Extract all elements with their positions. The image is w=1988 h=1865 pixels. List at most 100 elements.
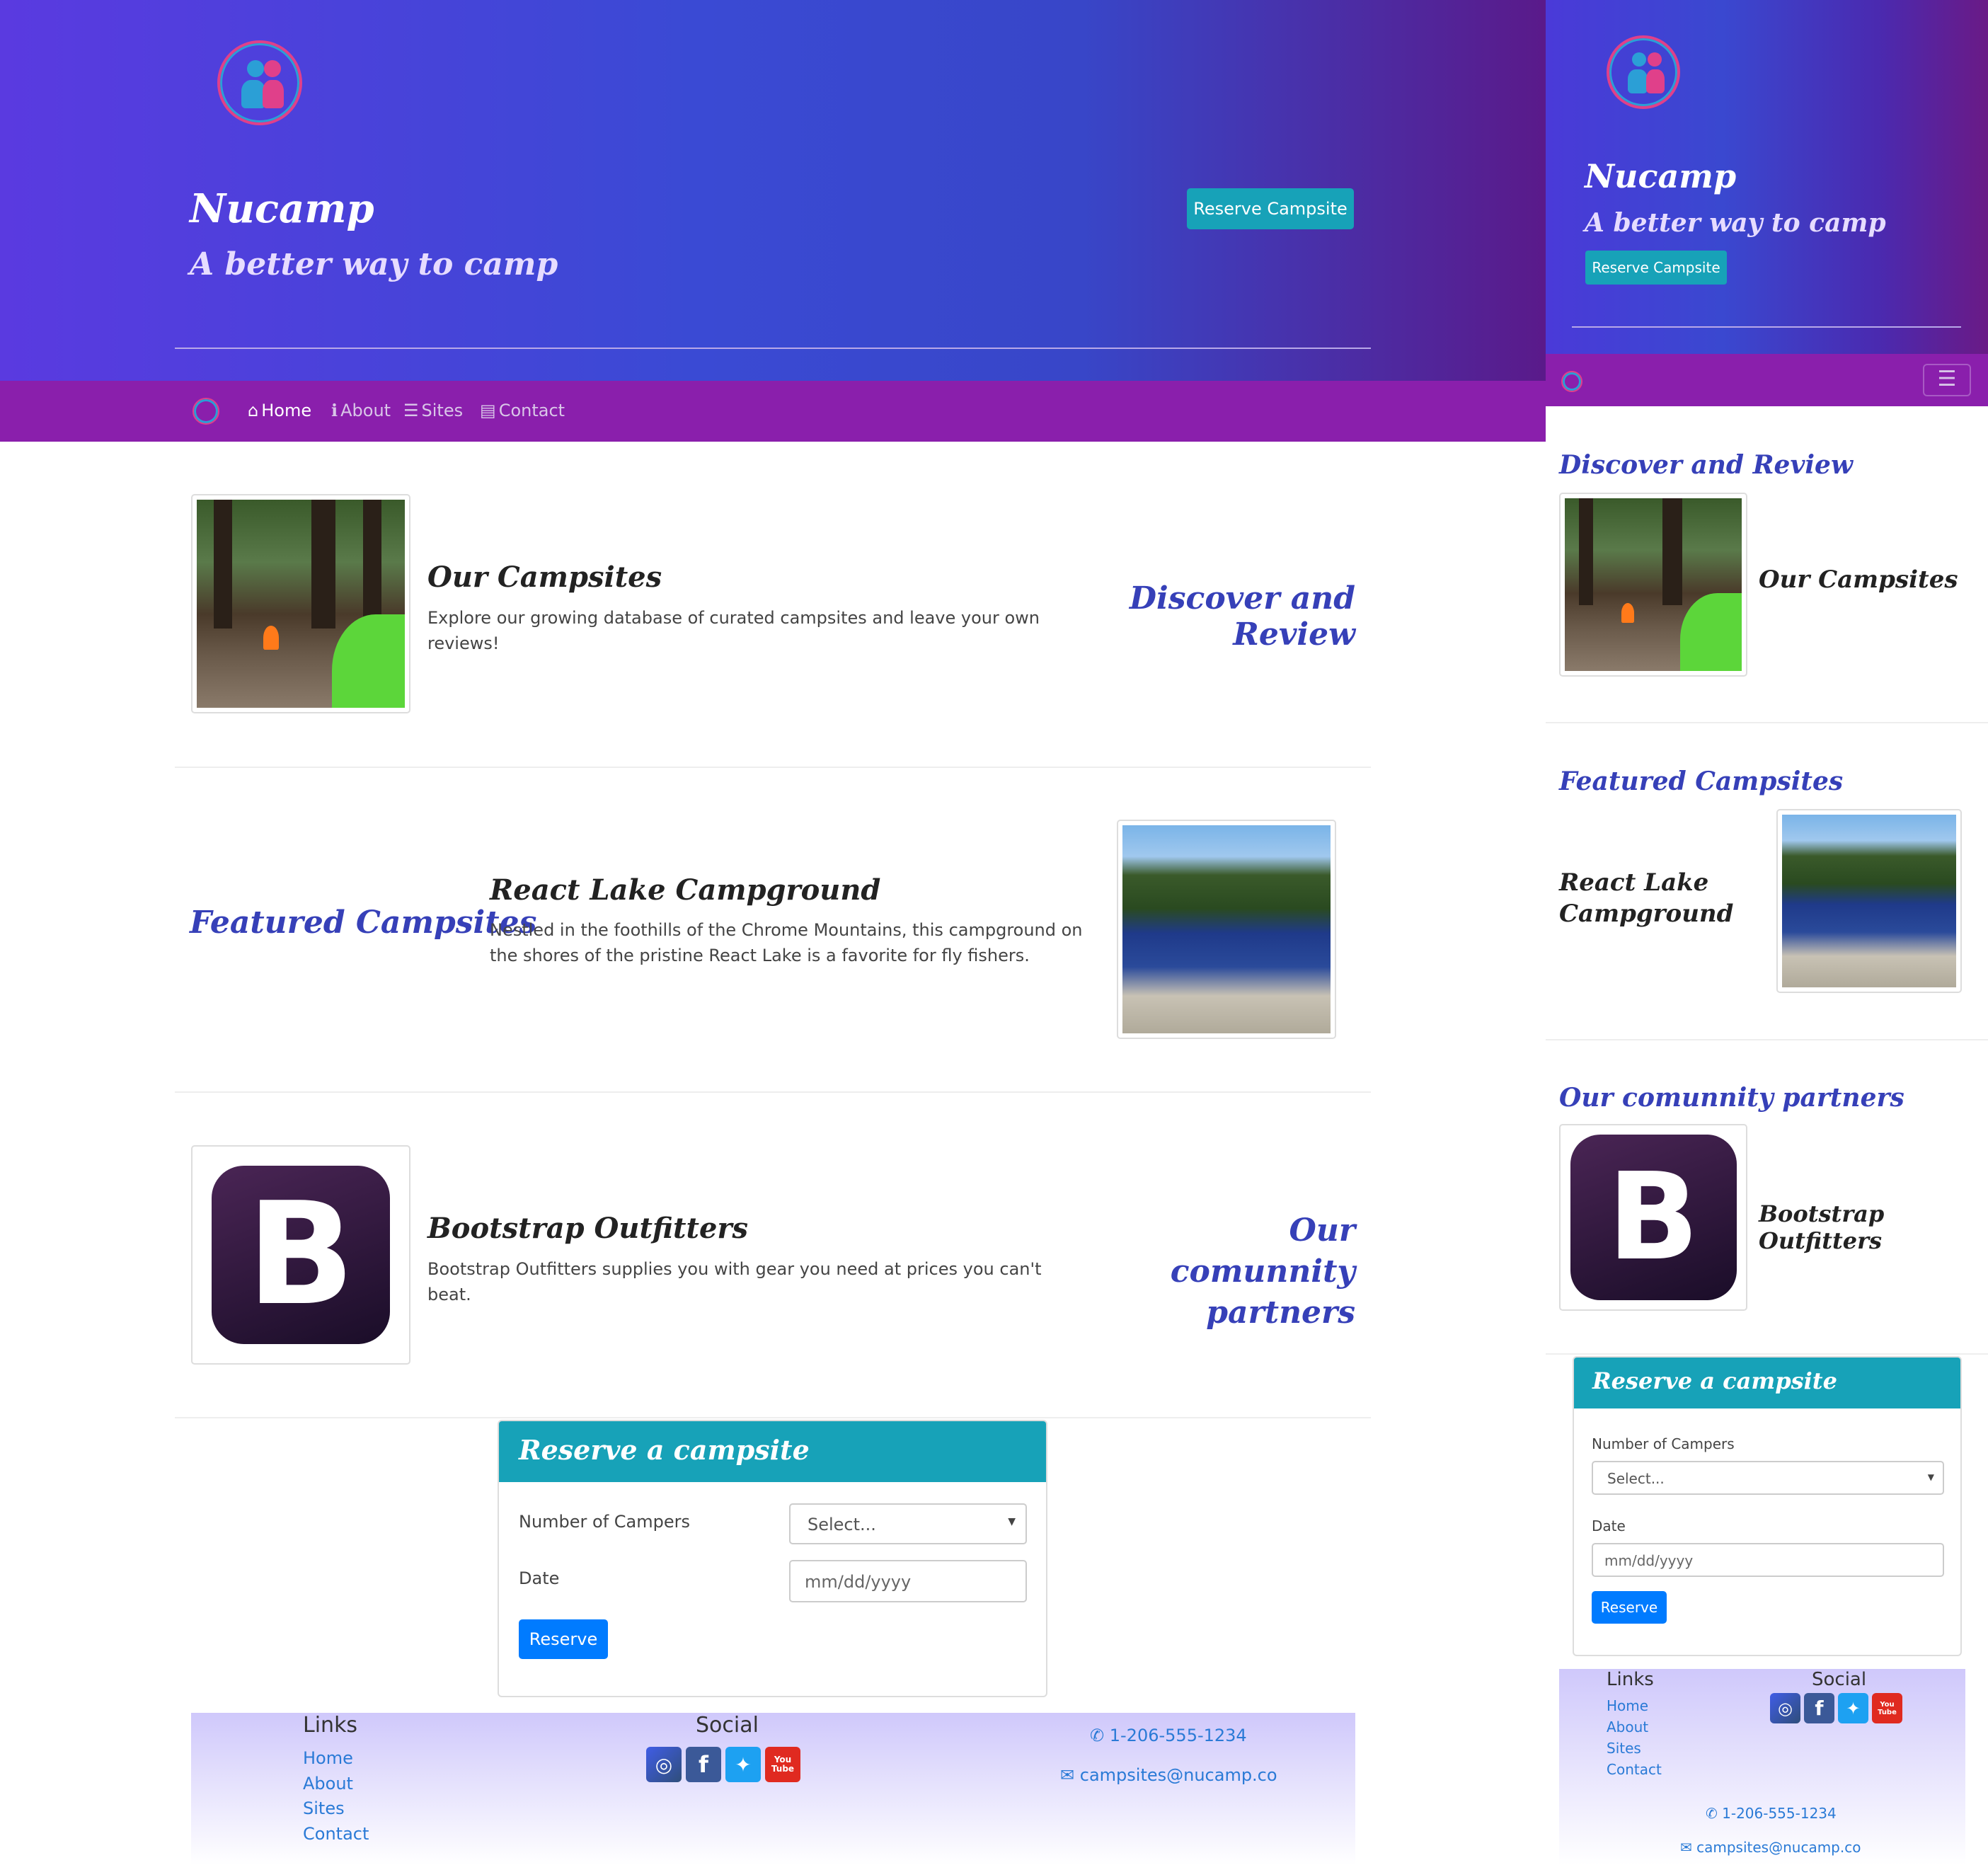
mobile-featured-heading: Featured Campsites — [1559, 767, 1844, 796]
jumbotron-divider — [175, 348, 1371, 349]
mobile-footer-link-sites[interactable]: Sites — [1607, 1740, 1641, 1757]
campsite-image — [191, 494, 410, 713]
footer-links-heading: Links — [303, 1713, 358, 1738]
brand-tagline: A better way to camp — [190, 246, 558, 282]
nav-item-home[interactable]: ⌂ Home — [248, 401, 311, 420]
mobile-view: Nucamp A better way to camp Reserve Camp… — [1546, 0, 1988, 1865]
mobile-reserve-form-card: Reserve a campsite Number of Campers Sel… — [1573, 1356, 1962, 1656]
footer-phone-link[interactable]: ✆ 1-206-555-1234 — [1090, 1726, 1247, 1745]
youtube-icon[interactable]: You Tube — [1872, 1693, 1902, 1723]
campers-select[interactable]: Select... ▼ — [789, 1503, 1027, 1544]
envelope-icon: ✉ — [1060, 1765, 1080, 1785]
mobile-footer-phone-link[interactable]: ✆ 1-206-555-1234 — [1706, 1805, 1837, 1822]
mobile-featured-title: React Lake Campground — [1559, 868, 1734, 928]
mobile-date-label: Date — [1592, 1517, 1626, 1534]
info-icon: ℹ — [331, 401, 338, 420]
featured-heading: Featured Campsites — [190, 905, 537, 941]
mobile-partner-title: Bootstrap Outfitters — [1759, 1200, 1885, 1254]
section-divider — [175, 1091, 1371, 1093]
mobile-brand-title: Nucamp — [1585, 157, 1737, 195]
mobile-campsite-image — [1559, 493, 1747, 677]
reserve-form-card: Reserve a campsite Number of Campers Sel… — [498, 1420, 1047, 1697]
mobile-footer-email-link[interactable]: ✉ campsites@nucamp.co — [1680, 1839, 1861, 1856]
date-input[interactable]: mm/dd/yyyy — [789, 1560, 1027, 1602]
chevron-down-icon: ▼ — [1927, 1472, 1934, 1482]
partner-text: Bootstrap Outfitters supplies you with g… — [427, 1259, 1042, 1304]
phone-icon: ✆ — [1706, 1805, 1723, 1822]
twitter-icon[interactable]: ✦ — [725, 1747, 761, 1782]
footer-link-about[interactable]: About — [303, 1774, 353, 1794]
section-divider — [1546, 1039, 1988, 1040]
section-divider — [1546, 722, 1988, 723]
mobile-social-icons: ◎ f ✦ You Tube — [1770, 1693, 1902, 1723]
partners-heading: Our comunnity partners — [1170, 1212, 1355, 1331]
mobile-footer-social-heading: Social — [1812, 1669, 1867, 1690]
mobile-discover-heading: Discover and Review — [1559, 450, 1853, 480]
footer-link-home[interactable]: Home — [303, 1748, 353, 1768]
mobile-footer-links-heading: Links — [1607, 1669, 1654, 1690]
mobile-campers-label: Number of Campers — [1592, 1435, 1735, 1452]
footer-link-contact[interactable]: Contact — [303, 1824, 369, 1844]
mobile-footer-link-contact[interactable]: Contact — [1607, 1761, 1662, 1778]
mobile-jumbotron-divider — [1572, 326, 1961, 328]
home-icon: ⌂ — [248, 401, 259, 420]
mobile-campsites-title: Our Campsites — [1759, 566, 1958, 594]
section-divider — [175, 1417, 1371, 1418]
twitter-icon[interactable]: ✦ — [1838, 1693, 1868, 1723]
nucamp-logo — [217, 40, 302, 125]
desktop-view: Nucamp A better way to camp Reserve Camp… — [0, 0, 1546, 1865]
mobile-react-lake-image — [1776, 809, 1962, 993]
instagram-icon[interactable]: ◎ — [1770, 1693, 1800, 1723]
nav-item-sites[interactable]: ☰ Sites — [403, 401, 463, 420]
mobile-navbar: ☰ — [1546, 354, 1988, 406]
brand-title: Nucamp — [190, 185, 374, 232]
reserve-campsite-button[interactable]: Reserve Campsite — [1187, 188, 1354, 229]
campers-label: Number of Campers — [519, 1512, 691, 1532]
mobile-footer-link-home[interactable]: Home — [1607, 1697, 1648, 1714]
react-lake-image — [1117, 820, 1336, 1039]
featured-text: Nestled in the foothills of the Chrome M… — [490, 920, 1083, 965]
instagram-icon[interactable]: ◎ — [646, 1747, 682, 1782]
facebook-icon[interactable]: f — [686, 1747, 721, 1782]
discover-heading: Discover and Review — [1129, 580, 1355, 653]
footer-email-link[interactable]: ✉ campsites@nucamp.co — [1060, 1765, 1277, 1785]
campsites-text: Explore our growing database of curated … — [427, 608, 1040, 653]
mobile-campers-select[interactable]: Select... ▼ — [1592, 1461, 1944, 1495]
address-card-icon: ▤ — [480, 401, 496, 420]
date-label: Date — [519, 1568, 560, 1588]
bootstrap-logo-image: B — [191, 1145, 410, 1365]
mobile-jumbotron: Nucamp A better way to camp Reserve Camp… — [1546, 0, 1988, 354]
hamburger-menu-icon[interactable]: ☰ — [1923, 364, 1971, 396]
footer-link-sites[interactable]: Sites — [303, 1798, 345, 1818]
social-icons: ◎ f ✦ You Tube — [646, 1747, 800, 1782]
mobile-footer-link-about[interactable]: About — [1607, 1718, 1648, 1735]
mobile-nucamp-logo — [1607, 35, 1680, 109]
youtube-icon[interactable]: You Tube — [765, 1747, 800, 1782]
envelope-icon: ✉ — [1680, 1839, 1697, 1856]
navbar-logo-icon[interactable] — [193, 398, 219, 425]
chevron-down-icon: ▼ — [1008, 1516, 1016, 1527]
jumbotron: Nucamp A better way to camp Reserve Camp… — [0, 0, 1546, 381]
mobile-bootstrap-logo-image: B — [1559, 1124, 1747, 1311]
section-divider — [1546, 1353, 1988, 1355]
mobile-partners-heading: Our comunnity partners — [1559, 1083, 1904, 1113]
campsites-title: Our Campsites — [427, 561, 662, 594]
featured-title: React Lake Campground — [490, 873, 881, 907]
reserve-submit-button[interactable]: Reserve — [519, 1619, 608, 1659]
mobile-reserve-campsite-button[interactable]: Reserve Campsite — [1585, 251, 1727, 285]
mobile-navbar-logo-icon[interactable] — [1561, 371, 1582, 392]
nav-item-about[interactable]: ℹ About — [331, 401, 391, 420]
reserve-form-heading: Reserve a campsite — [499, 1421, 1046, 1482]
phone-icon: ✆ — [1090, 1726, 1110, 1745]
navbar: ⌂ Home ℹ About ☰ Sites ▤ Contact — [0, 381, 1546, 442]
mobile-footer: Links Home About Sites Contact Social ◎ … — [1559, 1669, 1965, 1865]
facebook-icon[interactable]: f — [1804, 1693, 1834, 1723]
mobile-reserve-submit-button[interactable]: Reserve — [1592, 1591, 1667, 1624]
nav-item-contact[interactable]: ▤ Contact — [480, 401, 565, 420]
mobile-reserve-form-heading: Reserve a campsite — [1574, 1358, 1960, 1408]
mobile-date-input[interactable]: mm/dd/yyyy — [1592, 1543, 1944, 1577]
mobile-brand-tagline: A better way to camp — [1585, 208, 1886, 238]
partner-title: Bootstrap Outfitters — [427, 1212, 749, 1245]
footer-social-heading: Social — [696, 1713, 759, 1738]
list-icon: ☰ — [403, 401, 419, 420]
